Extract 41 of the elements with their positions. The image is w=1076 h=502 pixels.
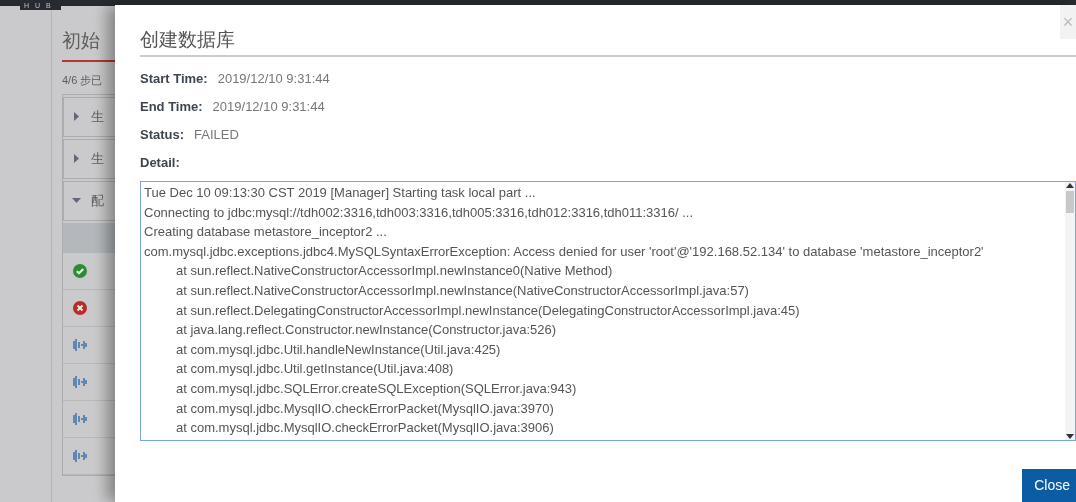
waveform-icon	[73, 449, 87, 462]
modal-title: 创建数据库	[140, 27, 1076, 57]
caret-icon[interactable]	[72, 154, 81, 163]
scroll-thumb[interactable]	[1066, 191, 1074, 213]
log-line: at sun.reflect.NativeConstructorAccessorImpl.newInstance(NativeConstructorAccessorImpl.java:57)	[176, 281, 749, 300]
field-label: Detail:	[140, 155, 180, 171]
scroll-down-icon[interactable]	[1066, 434, 1074, 440]
group-label: 生	[91, 107, 104, 126]
group-label: 生	[91, 149, 104, 168]
log-line: at sun.reflect.DelegatingConstructorAccessorImpl.newInstance(DelegatingConstructorAccessorImpl.java:45)	[176, 301, 800, 320]
log-textarea[interactable]	[140, 181, 1076, 441]
waveform-icon	[73, 412, 87, 425]
log-line: at sun.reflect.NativeConstructorAccessorImpl.newInstance0(Native Method)	[176, 262, 613, 281]
close-button[interactable]: Close	[1022, 469, 1076, 502]
group-label: 配	[91, 191, 104, 210]
log-line: at com.mysql.jdbc.MysqlIO.checkErrorPacket(MysqlIO.java:3906)	[176, 419, 554, 438]
field-value: 2019/12/10 9:31:44	[212, 99, 325, 115]
field-value: 2019/12/10 9:31:44	[217, 71, 330, 87]
error-circle-icon	[73, 300, 87, 315]
field-label: Status:	[140, 127, 185, 143]
log-line: at com.mysql.jdbc.Util.getInstance(Util.java:408)	[176, 360, 454, 379]
field-label: End Time:	[140, 99, 203, 115]
log-line: at com.mysql.jdbc.SQLError.createSQLException(SQLError.java:943)	[176, 379, 577, 398]
caret-icon[interactable]	[72, 112, 81, 121]
progress-text: 4/6 步已	[62, 73, 103, 88]
field-label: Start Time:	[140, 71, 208, 87]
log-line: at com.mysql.jdbc.Util.handleNewInstance(Util.java:425)	[176, 340, 501, 359]
log-line: Tue Dec 10 09:13:30 CST 2019 [Manager] Starting task local part ...	[144, 184, 536, 202]
log-line: Creating database metastore_inceptor2 ...	[144, 223, 387, 242]
scrollbar[interactable]	[1065, 182, 1075, 440]
log-line: at java.lang.reflect.Constructor.newInstance(Constructor.java:526)	[176, 321, 557, 340]
check-circle-icon	[73, 263, 87, 278]
log-line: Connecting to jdbc:mysql://tdh002:3316,tdh003:3316,tdh005:3316,tdh012:3316,tdh011:3316/ ...	[144, 203, 694, 222]
log-line: at com.mysql.jdbc.MysqlIO.checkErrorPacket(MysqlIO.java:3970)	[176, 399, 554, 418]
log-line: com.mysql.jdbc.exceptions.jdbc4.MySQLSyntaxErrorException: Access denied for user 'root'@'192.168.52.134' to database 'metastore_inceptor2'	[144, 242, 984, 261]
field-value: FAILED	[194, 127, 239, 143]
caret-icon[interactable]	[72, 196, 81, 205]
waveform-icon	[73, 375, 87, 388]
waveform-icon	[73, 338, 87, 351]
page-title: 初始	[62, 29, 100, 53]
scroll-up-icon[interactable]	[1066, 182, 1074, 188]
